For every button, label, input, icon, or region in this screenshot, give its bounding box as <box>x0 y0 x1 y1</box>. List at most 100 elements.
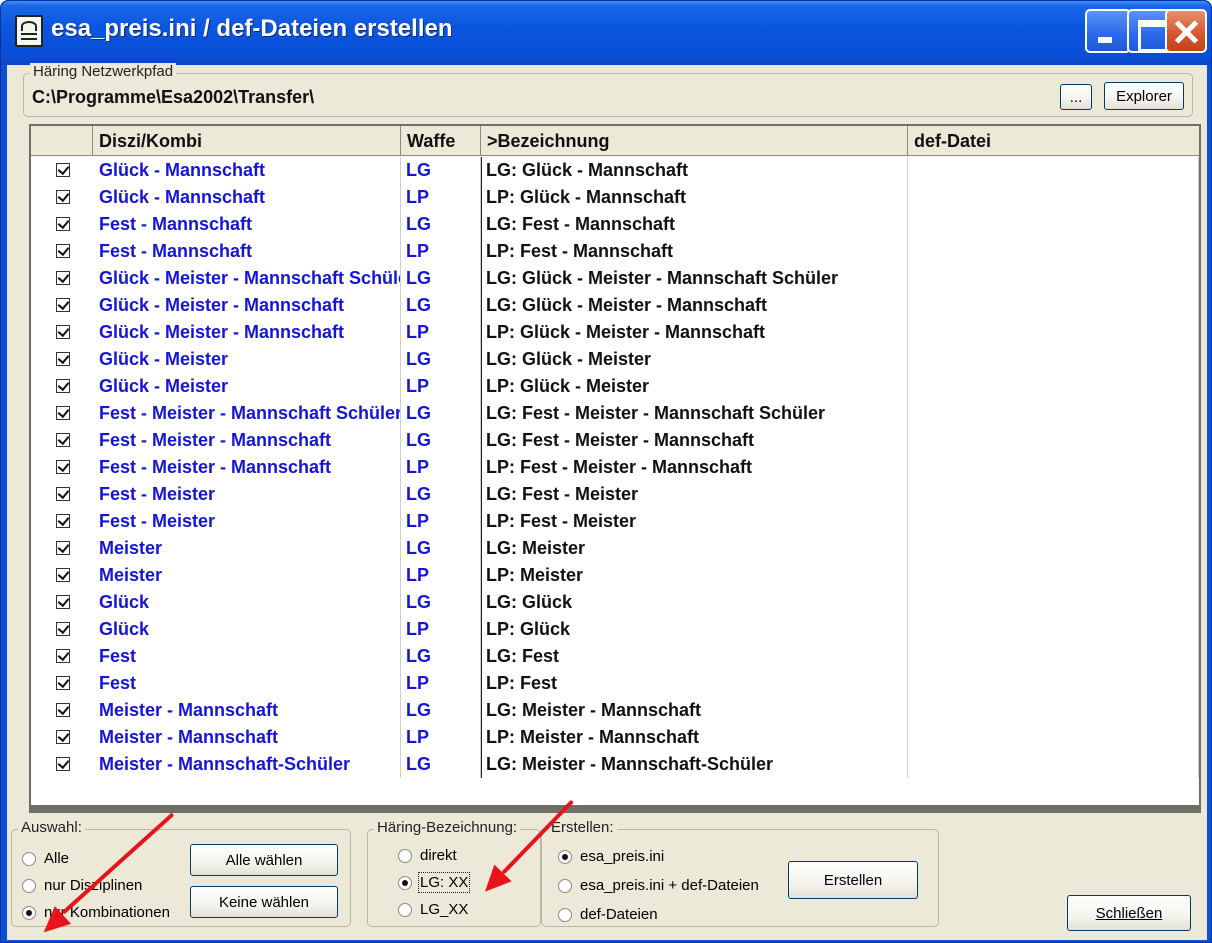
cell-def-datei[interactable] <box>908 643 1199 670</box>
erstellen-button[interactable]: Erstellen <box>788 861 918 899</box>
radio-alle[interactable] <box>22 852 36 866</box>
cell-bezeichnung[interactable]: LP: Glück <box>481 616 908 643</box>
erstellen-option-def[interactable]: def-Dateien <box>558 905 658 925</box>
cell-diszi-kombi[interactable]: Meister <box>93 535 401 562</box>
row-checkbox[interactable] <box>56 406 70 420</box>
cell-waffe[interactable]: LP <box>401 616 481 643</box>
cell-def-datei[interactable] <box>908 670 1199 697</box>
keine-waehlen-button[interactable]: Keine wählen <box>190 886 338 918</box>
haering-option-lg-colon[interactable]: LG: XX <box>398 872 471 893</box>
cell-diszi-kombi[interactable]: Meister - Mannschaft <box>93 697 401 724</box>
cell-diszi-kombi[interactable]: Glück - Meister <box>93 373 401 400</box>
cell-diszi-kombi[interactable]: Glück <box>93 616 401 643</box>
cell-def-datei[interactable] <box>908 508 1199 535</box>
cell-def-datei[interactable] <box>908 265 1199 292</box>
cell-bezeichnung[interactable]: LG: Fest - Meister - Mannschaft Schüler <box>481 400 908 427</box>
minimize-button[interactable] <box>1085 9 1131 53</box>
cell-bezeichnung[interactable]: LG: Meister - Mannschaft <box>481 697 908 724</box>
table-row[interactable]: Meister LG LG: Meister <box>31 535 1199 562</box>
cell-diszi-kombi[interactable]: Glück - Meister - Mannschaft <box>93 292 401 319</box>
radio-lg-underscore[interactable] <box>398 903 412 917</box>
table-row[interactable]: Glück - Meister - Mannschaft LG LG: Glück … <box>31 292 1199 319</box>
row-checkbox-cell[interactable] <box>31 562 93 589</box>
row-checkbox[interactable] <box>56 541 70 555</box>
cell-bezeichnung[interactable]: LG: Glück <box>481 589 908 616</box>
row-checkbox[interactable] <box>56 487 70 501</box>
cell-diszi-kombi[interactable]: Fest - Meister <box>93 508 401 535</box>
cell-waffe[interactable]: LG <box>401 400 481 427</box>
cell-bezeichnung[interactable]: LP: Fest <box>481 670 908 697</box>
cell-def-datei[interactable] <box>908 211 1199 238</box>
row-checkbox-cell[interactable] <box>31 481 93 508</box>
cell-def-datei[interactable] <box>908 373 1199 400</box>
cell-bezeichnung[interactable]: LG: Fest - Meister <box>481 481 908 508</box>
cell-diszi-kombi[interactable]: Fest <box>93 670 401 697</box>
cell-bezeichnung[interactable]: LG: Glück - Meister - Mannschaft Schüler <box>481 265 908 292</box>
cell-diszi-kombi[interactable]: Fest - Meister - Mannschaft <box>93 427 401 454</box>
table-row[interactable]: Glück - Mannschaft LP LP: Glück - Mannscha… <box>31 184 1199 211</box>
cell-bezeichnung[interactable]: LP: Glück - Meister - Mannschaft <box>481 319 908 346</box>
cell-bezeichnung[interactable]: LG: Glück - Meister <box>481 346 908 373</box>
schliessen-button[interactable]: Schließen <box>1067 895 1191 931</box>
cell-bezeichnung[interactable]: LP: Meister <box>481 562 908 589</box>
cell-diszi-kombi[interactable]: Glück - Meister - Mannschaft Schüler <box>93 265 401 292</box>
cell-def-datei[interactable] <box>908 454 1199 481</box>
radio-kombinationen[interactable] <box>22 906 36 920</box>
row-checkbox-cell[interactable] <box>31 157 93 184</box>
cell-waffe[interactable]: LP <box>401 670 481 697</box>
cell-waffe[interactable]: LG <box>401 589 481 616</box>
row-checkbox-cell[interactable] <box>31 751 93 778</box>
row-checkbox[interactable] <box>56 163 70 177</box>
row-checkbox[interactable] <box>56 703 70 717</box>
table-row[interactable]: Meister - Mannschaft LP LP: Meister - Mann… <box>31 724 1199 751</box>
cell-waffe[interactable]: LP <box>401 238 481 265</box>
table-row[interactable]: Fest - Meister - Mannschaft Schüler LG LG:… <box>31 400 1199 427</box>
row-checkbox-cell[interactable] <box>31 697 93 724</box>
row-checkbox[interactable] <box>56 514 70 528</box>
erstellen-option-ini[interactable]: esa_preis.ini <box>558 847 664 867</box>
table-row[interactable]: Fest - Meister - Mannschaft LP LP: Fest - … <box>31 454 1199 481</box>
cell-bezeichnung[interactable]: LP: Fest - Mannschaft <box>481 238 908 265</box>
row-checkbox-cell[interactable] <box>31 427 93 454</box>
cell-bezeichnung[interactable]: LG: Glück - Meister - Mannschaft <box>481 292 908 319</box>
row-checkbox[interactable] <box>56 379 70 393</box>
cell-waffe[interactable]: LP <box>401 562 481 589</box>
table-row[interactable]: Fest - Meister - Mannschaft LG LG: Fest - … <box>31 427 1199 454</box>
cell-def-datei[interactable] <box>908 562 1199 589</box>
row-checkbox-cell[interactable] <box>31 535 93 562</box>
row-checkbox[interactable] <box>56 217 70 231</box>
table-row[interactable]: Meister - Mannschaft LG LG: Meister - Mann… <box>31 697 1199 724</box>
cell-diszi-kombi[interactable]: Glück - Meister - Mannschaft <box>93 319 401 346</box>
cell-waffe[interactable]: LG <box>401 292 481 319</box>
cell-bezeichnung[interactable]: LG: Meister <box>481 535 908 562</box>
cell-waffe[interactable]: LP <box>401 454 481 481</box>
row-checkbox[interactable] <box>56 298 70 312</box>
cell-def-datei[interactable] <box>908 616 1199 643</box>
cell-waffe[interactable]: LG <box>401 481 481 508</box>
cell-bezeichnung[interactable]: LP: Fest - Meister <box>481 508 908 535</box>
row-checkbox[interactable] <box>56 460 70 474</box>
cell-waffe[interactable]: LP <box>401 508 481 535</box>
radio-def[interactable] <box>558 908 572 922</box>
cell-waffe[interactable]: LG <box>401 697 481 724</box>
row-checkbox[interactable] <box>56 622 70 636</box>
row-checkbox-cell[interactable] <box>31 319 93 346</box>
row-checkbox[interactable] <box>56 757 70 771</box>
row-checkbox[interactable] <box>56 595 70 609</box>
radio-disziplinen[interactable] <box>22 879 36 893</box>
row-checkbox[interactable] <box>56 190 70 204</box>
row-checkbox-cell[interactable] <box>31 454 93 481</box>
table-row[interactable]: Glück LG LG: Glück <box>31 589 1199 616</box>
row-checkbox-cell[interactable] <box>31 238 93 265</box>
table-row[interactable]: Glück LP LP: Glück <box>31 616 1199 643</box>
cell-def-datei[interactable] <box>908 481 1199 508</box>
cell-waffe[interactable]: LP <box>401 319 481 346</box>
row-checkbox-cell[interactable] <box>31 670 93 697</box>
table-row[interactable]: Glück - Meister LG LG: Glück - Meister <box>31 346 1199 373</box>
cell-diszi-kombi[interactable]: Fest - Meister - Mannschaft Schüler <box>93 400 401 427</box>
table-row[interactable]: Meister - Mannschaft-Schüler LG LG: Meiste… <box>31 751 1199 778</box>
table-row[interactable]: Glück - Meister LP LP: Glück - Meister <box>31 373 1199 400</box>
table-row[interactable]: Meister LP LP: Meister <box>31 562 1199 589</box>
cell-waffe[interactable]: LG <box>401 346 481 373</box>
row-checkbox[interactable] <box>56 352 70 366</box>
